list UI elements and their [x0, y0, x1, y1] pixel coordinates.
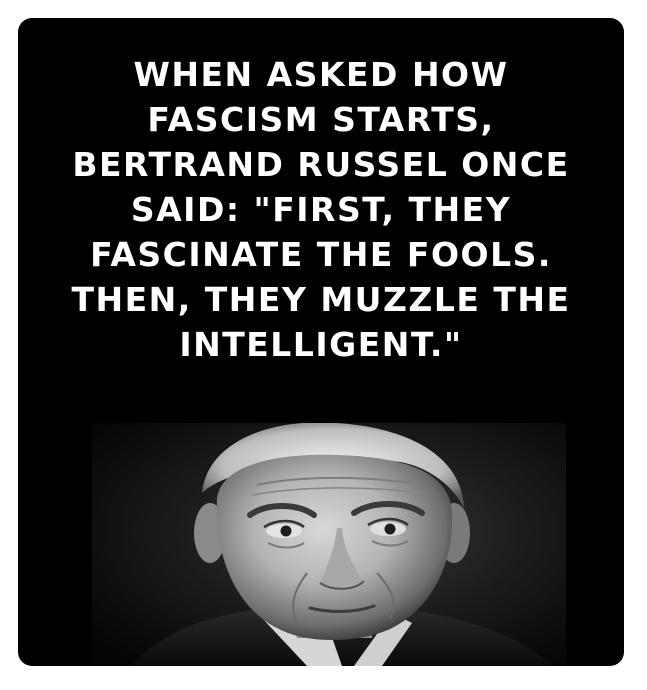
- quote-line-2: FASCISM STARTS,: [147, 100, 495, 139]
- quote-line-1: WHEN ASKED HOW: [133, 55, 509, 94]
- quote-line-7: INTELLIGENT.": [179, 325, 463, 364]
- portrait-photo: [92, 423, 566, 666]
- quote-line-5: FASCINATE THE FOOLS.: [90, 235, 552, 274]
- quote-line-3: BERTRAND RUSSEL ONCE: [72, 145, 570, 184]
- quote-text: WHEN ASKED HOW FASCISM STARTS, BERTRAND …: [18, 52, 624, 367]
- meme-card: WHEN ASKED HOW FASCISM STARTS, BERTRAND …: [18, 18, 624, 666]
- portrait-illustration: [92, 423, 566, 666]
- quote-line-4: SAID: "FIRST, THEY: [130, 190, 512, 229]
- quote-line-6: THEN, THEY MUZZLE THE: [71, 280, 571, 319]
